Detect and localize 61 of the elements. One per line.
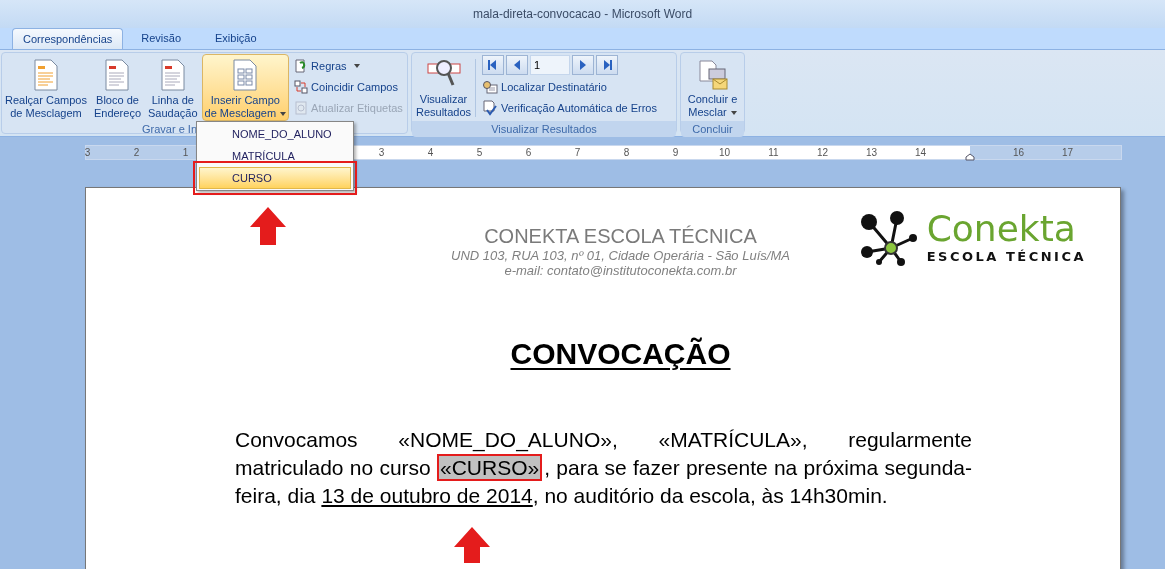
ribbon-button[interactable]: Inserir Campo de Mesclagem: [201, 54, 290, 121]
last-record-button[interactable]: [596, 55, 619, 75]
school-email: e-mail: contato@institutoconekta.com.br: [504, 263, 737, 279]
ribbon-button[interactable]: Linha de Saudação: [145, 54, 201, 121]
ruler-number: 11: [768, 146, 779, 160]
check-errors-icon: [482, 100, 499, 116]
ruler-number: 2: [133, 146, 140, 160]
ribbon-group-label: Concluir: [681, 121, 744, 137]
previous-record-button[interactable]: [506, 55, 529, 75]
ribbon-button[interactable]: Visualizar Resultados: [412, 55, 476, 121]
ribbon-button[interactable]: Concluir e Mesclar: [687, 55, 738, 121]
last-record-icon: [601, 59, 614, 71]
school-address: UND 103, RUA 103, nº 01, Cidade Operária - São Luís/MA: [451, 248, 790, 263]
arrow-icon: [250, 207, 286, 245]
body-paragraph: Convocamos «NOME_DO_ALUNO», «MATRÍCULA», regularmente matriculado no curso «CURSO» , para se fazer presente na próxima segunda-feira, dia 13 de outubro de 2014, no auditório da escola, às 14h30min.: [235, 427, 972, 509]
arrow-icon: [454, 527, 490, 563]
refresh-icon: [294, 101, 309, 115]
next-record-button[interactable]: [572, 55, 595, 75]
menu-item[interactable]: NOME_DO_ALUNO: [199, 123, 351, 145]
ruler-number: 1: [182, 146, 189, 160]
ruler-number: 14: [914, 146, 927, 160]
ruler-number: 10: [718, 146, 731, 160]
ruler-number: 12: [816, 146, 829, 160]
ruler-number: 3: [378, 146, 385, 160]
ruler-number: 4: [427, 146, 434, 160]
logo-wordmark: Conekta: [926, 211, 1076, 248]
document-icon: [233, 59, 258, 91]
ribbon-tab[interactable]: Correspondências: [12, 28, 124, 49]
school-name: CONEKTA ESCOLA TÉCNICA: [484, 224, 757, 248]
ruler-number: 7: [574, 146, 581, 160]
ruler-number: 13: [865, 146, 878, 160]
ribbon-group-label: Visualizar Resultados: [412, 121, 676, 137]
match-fields-icon: [294, 80, 309, 94]
first-record-button[interactable]: [482, 55, 505, 75]
ribbon-small-button[interactable]: Regras: [294, 58, 403, 74]
find-recipient-icon: [482, 80, 499, 94]
ruler-number: 3: [84, 146, 91, 160]
ribbon-button[interactable]: Bloco de Endereço: [90, 54, 144, 121]
document-heading: CONVOCAÇÃO: [510, 336, 731, 372]
ribbon-tab[interactable]: Exibição: [199, 28, 273, 49]
ruler-number: 5: [476, 146, 483, 160]
ribbon-tab[interactable]: Revisão: [125, 28, 198, 49]
ribbon-group-label: Gravar e In: [142, 122, 198, 137]
ruler-number: 17: [1061, 146, 1074, 160]
document-icon: [33, 59, 58, 91]
ribbon-small-button[interactable]: Coincidir Campos: [294, 79, 403, 95]
window-title: mala-direta-convocacao - Microsoft Word: [472, 6, 693, 23]
ruler-number: 6: [525, 146, 532, 160]
printer-envelope-icon: [696, 59, 729, 91]
ruler-number: 16: [1012, 146, 1025, 160]
logo-tagline: ESCOLA TÉCNICA: [926, 248, 1086, 267]
record-number-field[interactable]: 1: [530, 55, 571, 75]
menu-item[interactable]: MATRÍCULA: [199, 145, 351, 167]
ruler-number: 9: [672, 146, 679, 160]
document-icon: [105, 59, 130, 91]
ribbon-small-button[interactable]: Verificação Automática de Erros: [482, 99, 657, 117]
document-icon: [160, 59, 185, 91]
ribbon-small-button[interactable]: Localizar Destinatário: [482, 78, 657, 96]
ruler-number: 8: [623, 146, 630, 160]
ribbon-button[interactable]: Realçar Campos de Mesclagem: [2, 54, 90, 121]
indent-marker-icon[interactable]: [964, 152, 975, 161]
